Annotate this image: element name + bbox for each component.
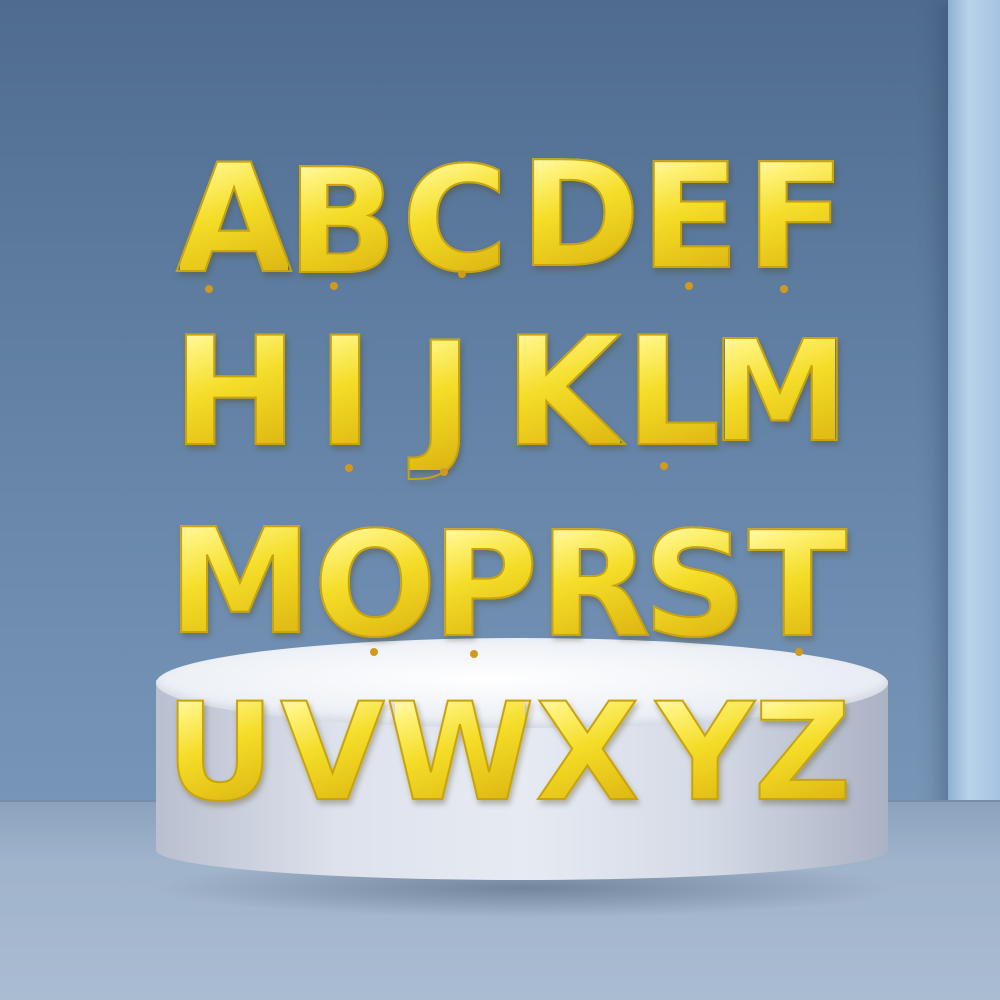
balloon-letter: P [431, 500, 539, 670]
balloon-letter: U [164, 674, 276, 831]
balloon-letter: T [745, 512, 850, 659]
balloon-letter: Z [753, 674, 853, 831]
right-wall-panel [948, 0, 1000, 850]
balloon-letter: Y [650, 684, 760, 821]
balloon-knot [685, 282, 693, 290]
balloon-letter: I [305, 317, 385, 469]
balloon-knot [458, 270, 466, 278]
balloon-knot [345, 464, 353, 472]
balloon-knot [205, 285, 213, 293]
balloon-letter: J [395, 322, 495, 474]
balloon-letter: H [171, 305, 299, 480]
balloon-letter: O [312, 500, 437, 670]
balloon-letter: S [642, 500, 748, 670]
balloon-knot [470, 650, 478, 658]
balloon-letter: M [165, 509, 315, 656]
balloon-letter: C [401, 135, 509, 305]
balloon-letter: V [275, 684, 390, 821]
balloon-knot [795, 648, 803, 656]
balloon-letter: K [503, 305, 621, 480]
balloon-letter: F [745, 133, 846, 302]
balloon-letter: B [286, 138, 399, 307]
balloon-knot [370, 648, 378, 656]
balloon-letter: D [519, 130, 641, 300]
balloon-letter: R [538, 500, 652, 670]
balloon-letter: A [175, 133, 293, 307]
balloon-knot [330, 282, 338, 290]
photo-scene: A B C D E F H I J K L M M O P R S T U V … [0, 0, 1000, 1000]
balloon-knot [780, 285, 788, 293]
balloon-letter: E [639, 133, 740, 302]
balloon-knot [660, 462, 668, 470]
balloon-knot [440, 468, 448, 476]
balloon-letter: W [385, 674, 536, 831]
balloon-letter: L [624, 305, 722, 480]
balloon-letter: X [530, 684, 645, 821]
balloon-letter: M [709, 310, 850, 474]
